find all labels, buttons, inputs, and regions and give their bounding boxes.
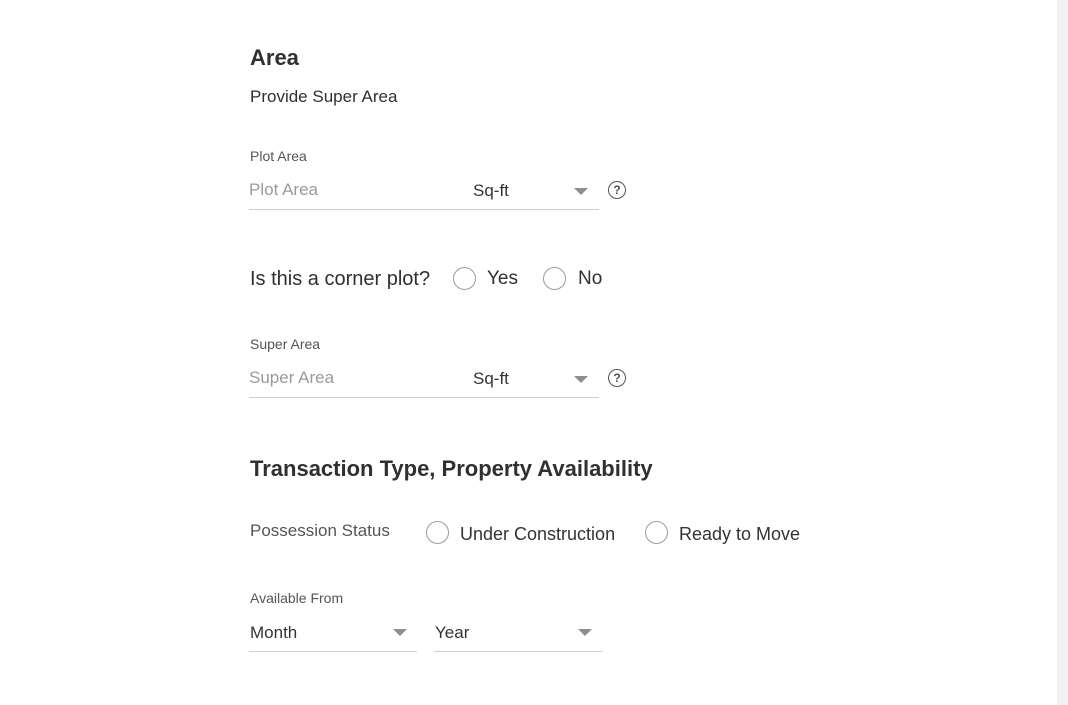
page-scrollbar[interactable] <box>1057 0 1068 705</box>
plot-area-unit-select[interactable]: Sq-ft <box>473 180 509 202</box>
corner-plot-no-radio[interactable] <box>543 267 566 290</box>
area-section-title: Area <box>250 45 299 70</box>
chevron-down-icon[interactable] <box>574 376 588 383</box>
year-select[interactable]: Year <box>434 617 603 652</box>
ready-to-move-label[interactable]: Ready to Move <box>679 523 800 545</box>
month-select-value: Month <box>250 623 298 642</box>
corner-plot-yes-label[interactable]: Yes <box>487 267 518 291</box>
super-area-unit-select[interactable]: Sq-ft <box>473 368 509 390</box>
help-icon[interactable]: ? <box>608 181 626 199</box>
month-select[interactable]: Month <box>249 617 417 652</box>
possession-status-label: Possession Status <box>250 521 390 540</box>
transaction-section-title: Transaction Type, Property Availability <box>250 456 653 481</box>
under-construction-radio[interactable] <box>426 521 449 544</box>
corner-plot-no-label[interactable]: No <box>578 267 602 291</box>
chevron-down-icon <box>578 629 592 636</box>
plot-area-label: Plot Area <box>250 148 307 164</box>
available-from-label: Available From <box>250 590 344 606</box>
super-area-field: Sq-ft <box>249 361 599 398</box>
corner-plot-yes-radio[interactable] <box>453 267 476 290</box>
under-construction-label[interactable]: Under Construction <box>460 523 615 545</box>
super-area-label: Super Area <box>250 336 321 352</box>
super-area-input[interactable] <box>249 361 459 395</box>
ready-to-move-radio[interactable] <box>645 521 668 544</box>
plot-area-field: Sq-ft <box>249 173 599 210</box>
year-select-value: Year <box>435 623 470 642</box>
chevron-down-icon[interactable] <box>574 188 588 195</box>
chevron-down-icon <box>393 629 407 636</box>
plot-area-input[interactable] <box>249 173 459 207</box>
area-section-subtitle: Provide Super Area <box>250 87 398 106</box>
corner-plot-question: Is this a corner plot? <box>250 268 431 290</box>
help-icon[interactable]: ? <box>608 369 626 387</box>
